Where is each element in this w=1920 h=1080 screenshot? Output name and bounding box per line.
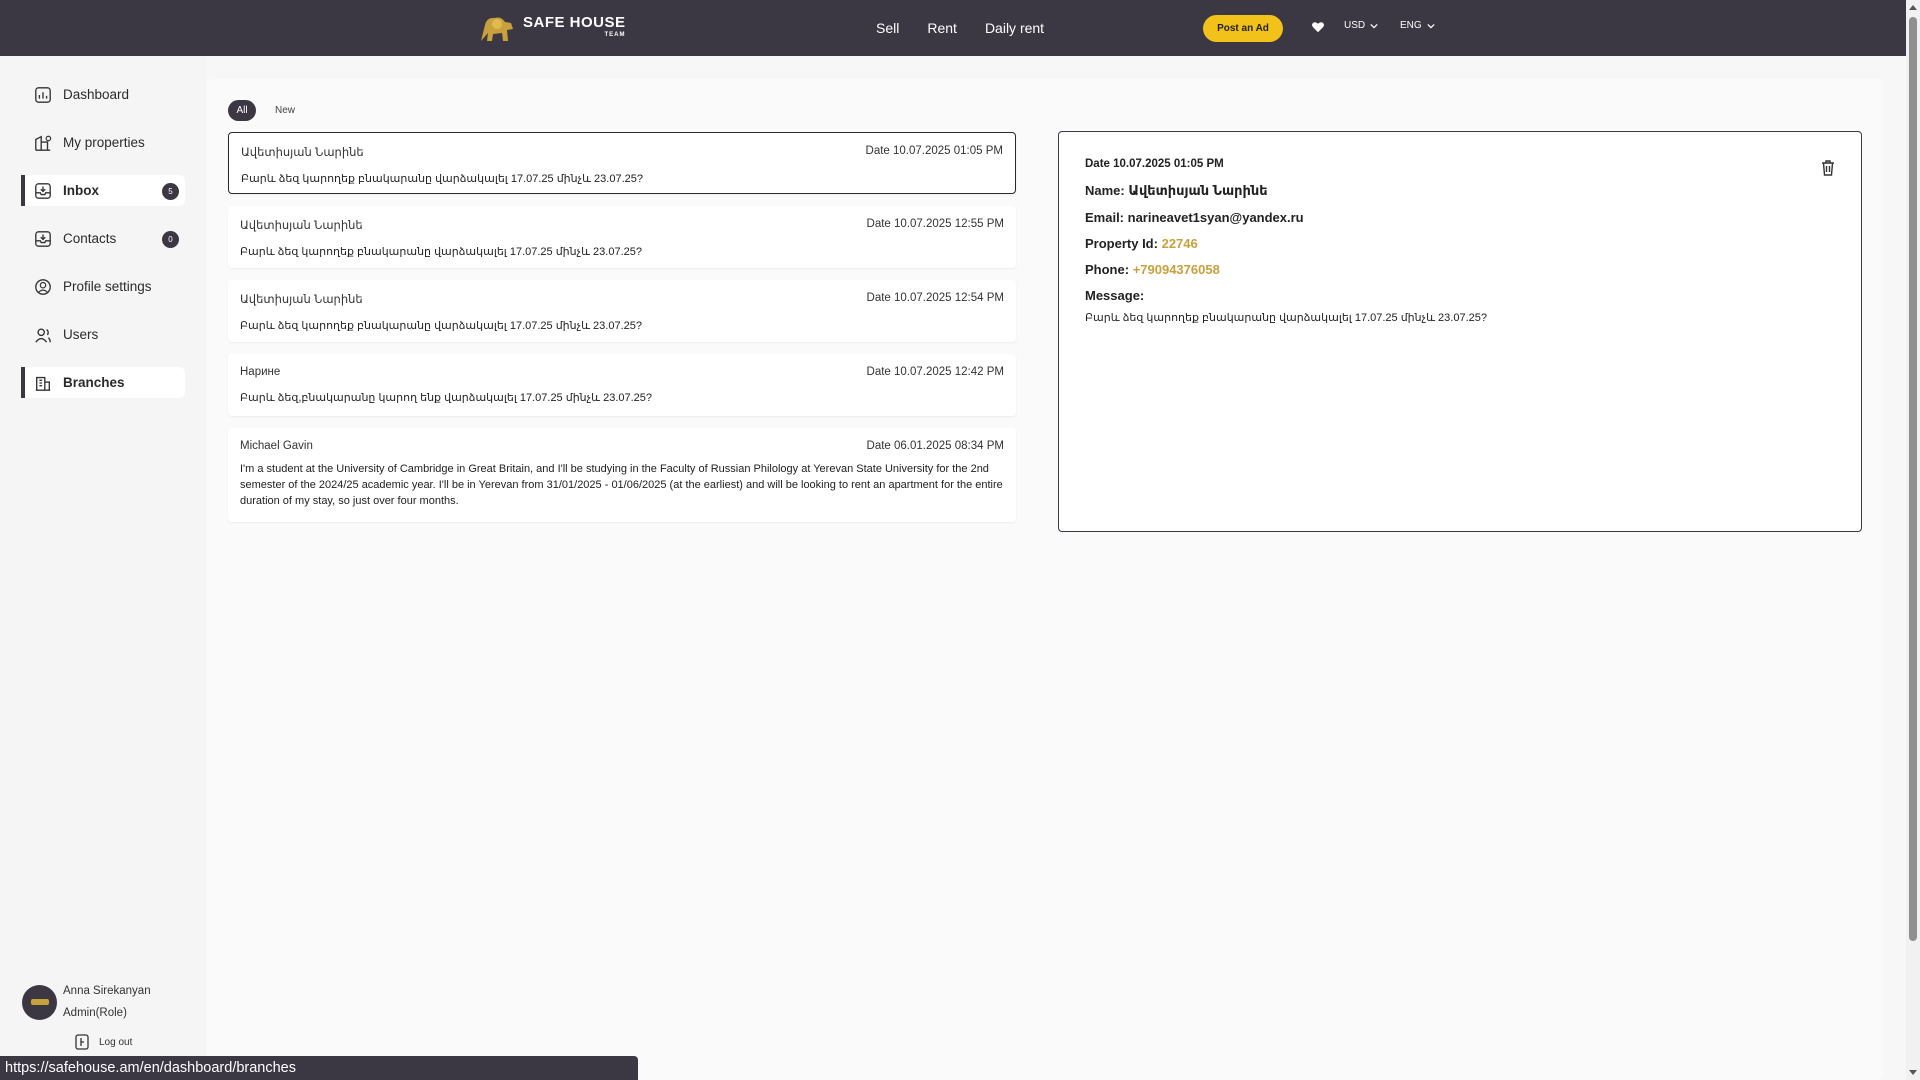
page-scrollbar[interactable] [1906,0,1920,1080]
message-date: Date 10.07.2025 12:42 PM [866,366,1004,378]
users-icon [33,325,53,345]
detail-name-row: Name: Ավետիսյան Նարինե [1085,183,1835,199]
user-role: Admin(Role) [63,1007,127,1019]
sidebar-item-my-properties[interactable]: My properties [21,127,185,158]
sender-name: Michael Gavin [240,440,313,452]
logo-text: SAFE HOUSE TEAM [523,14,626,38]
sidebar-item-profile-settings[interactable]: Profile settings [21,271,185,302]
detail-property-label: Property Id: [1085,236,1158,251]
dashboard-icon [33,85,53,105]
detail-email-label: Email: [1085,210,1125,225]
sidebar-item-label: Dashboard [63,87,130,102]
post-ad-button[interactable]: Post an Ad [1203,15,1283,42]
message-date: Date 10.07.2025 01:05 PM [865,145,1003,157]
sidebar-item-label: Profile settings [63,279,152,294]
inbox-count-badge: 5 [162,183,179,200]
logout-label: Log out [99,1036,133,1048]
message-preview: Բարև ձեզ կարողեք բնակարանը վարձակալել 17… [240,320,642,332]
scroll-down-arrow-icon[interactable] [1909,1070,1917,1075]
logout-button[interactable]: Log out [75,1034,132,1050]
profile-settings-icon [33,277,53,297]
message-date: Date 10.07.2025 12:54 PM [866,292,1004,304]
chevron-down-icon [1427,23,1435,28]
sender-name: Нарине [240,366,281,378]
message-card[interactable]: Ավետիսյան Նարինե Date 10.07.2025 12:55 PM… [228,206,1016,268]
sidebar-item-label: Contacts [63,231,117,246]
language-value: ENG [1400,20,1422,31]
chevron-down-icon [1370,23,1378,28]
user-profile[interactable]: Anna Sirekanyan Admin(Role) [22,980,151,1024]
sidebar-item-label: Branches [63,375,125,390]
message-card[interactable]: Нарине Date 10.07.2025 12:42 PM Բարև ձեզ,… [228,354,1016,416]
sidebar-item-branches[interactable]: Branches [21,367,185,398]
sidebar-item-inbox[interactable]: Inbox 5 [21,175,185,206]
message-detail: Date 10.07.2025 01:05 PM Name: Ավետիսյան… [1058,131,1862,532]
message-preview: Բարև ձեզ,բնակարանը կարող ենք վարձակալել … [240,392,653,404]
lion-logo-icon [481,17,513,41]
sidebar-item-users[interactable]: Users [21,319,185,350]
detail-phone-link[interactable]: +79094376058 [1133,262,1220,277]
nav-sell[interactable]: Sell [876,20,899,36]
inbox-icon [33,181,53,201]
user-name: Anna Sirekanyan [63,985,151,997]
message-date: Date 10.07.2025 12:55 PM [866,218,1004,230]
detail-email-row: Email: narineavet1syan@yandex.ru [1085,210,1835,225]
detail-message: Բարև ձեզ կարողեք բնակարանը վարձակալել 17… [1085,312,1487,324]
logout-icon [75,1034,89,1050]
contacts-count-badge: 0 [162,231,179,248]
safehouse-logo[interactable]: SAFE HOUSE TEAM [477,12,626,46]
message-preview: Բարև ձեզ կարողեք բնակարանը վարձակալել 17… [240,246,642,258]
sender-name: Ավետիսյան Նարինե [241,147,364,159]
scrollbar-thumb[interactable] [1909,17,1917,941]
message-card[interactable]: Michael Gavin Date 06.01.2025 08:34 PM I'… [228,428,1016,522]
message-card[interactable]: Ավետիսյան Նարինե Date 10.07.2025 01:05 PM… [228,132,1016,194]
currency-value: USD [1344,20,1366,31]
detail-date: Date 10.07.2025 01:05 PM [1085,158,1224,170]
message-date: Date 06.01.2025 08:34 PM [866,440,1004,452]
buildings-icon [33,133,53,153]
detail-message-label: Message: [1085,288,1145,303]
nav-daily-rent[interactable]: Daily rent [985,20,1044,36]
main-nav: Sell Rent Daily rent [876,0,1072,56]
detail-phone-label: Phone: [1085,262,1130,277]
filter-all-tab[interactable]: All [228,100,256,121]
top-header: SAFE HOUSE TEAM Sell Rent Daily rent Pos… [0,0,1906,56]
sender-name: Ավետիսյան Նարինե [240,220,363,232]
detail-name: Ավետիսյան Նարինե [1128,183,1268,198]
sidebar-item-label: My properties [63,135,145,150]
contacts-icon [33,229,53,249]
heart-icon[interactable] [1311,20,1325,34]
sidebar: Dashboard My properties Inbox 5 Contacts… [0,56,206,1080]
branches-icon [33,373,53,393]
scroll-up-arrow-icon[interactable] [1909,5,1917,10]
language-select[interactable]: ENG [1400,20,1435,31]
avatar [22,984,57,1020]
sidebar-item-label: Users [63,327,99,342]
message-preview: Բարև ձեզ կարողեք բնակարանը վարձակալել 17… [241,173,643,185]
message-card[interactable]: Ավետիսյան Նարինե Date 10.07.2025 12:54 PM… [228,280,1016,342]
link-status-bar: https://safehouse.am/en/dashboard/branch… [0,1056,638,1080]
sender-name: Ավետիսյան Նարինե [240,294,363,306]
detail-name-label: Name: [1085,183,1125,198]
filter-new-tab[interactable]: New [268,100,302,121]
detail-email: narineavet1syan@yandex.ru [1127,210,1304,225]
sidebar-item-contacts[interactable]: Contacts 0 [21,223,185,254]
detail-property-link[interactable]: 22746 [1162,236,1198,251]
detail-phone-row: Phone: +79094376058 [1085,262,1835,277]
nav-rent[interactable]: Rent [927,20,957,36]
message-preview: I'm a student at the University of Cambr… [240,463,1003,507]
currency-select[interactable]: USD [1344,20,1378,31]
trash-icon[interactable] [1821,160,1835,176]
detail-property-row: Property Id: 22746 [1085,236,1835,251]
sidebar-item-label: Inbox [63,183,99,198]
sidebar-item-dashboard[interactable]: Dashboard [21,79,185,110]
